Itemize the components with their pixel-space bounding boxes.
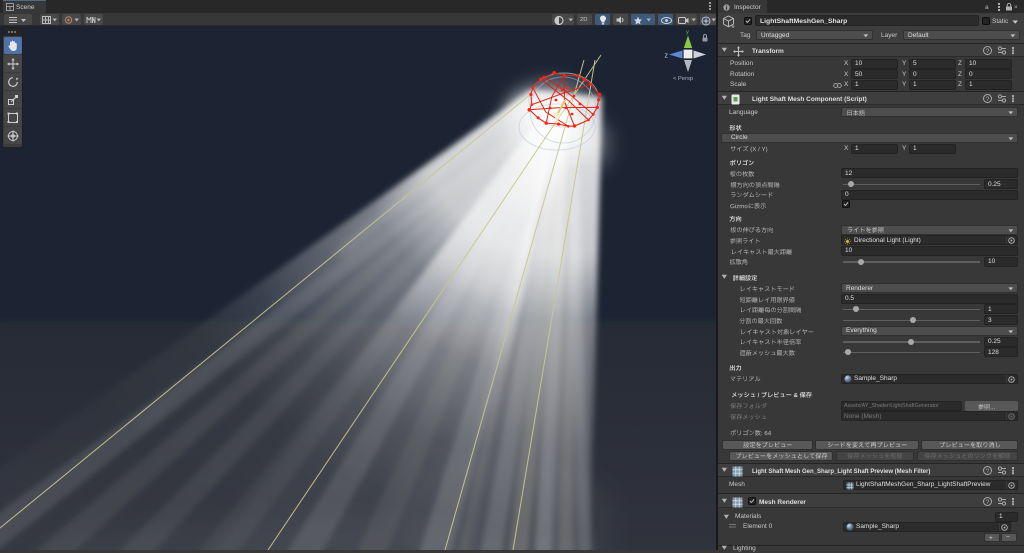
svg-text:z: z — [665, 53, 669, 60]
svg-text:?: ? — [986, 96, 990, 103]
svg-text:?: ? — [986, 499, 990, 506]
svg-text:?: ? — [986, 48, 990, 55]
svg-text:?: ? — [986, 468, 990, 475]
svg-text:y: y — [686, 30, 689, 36]
